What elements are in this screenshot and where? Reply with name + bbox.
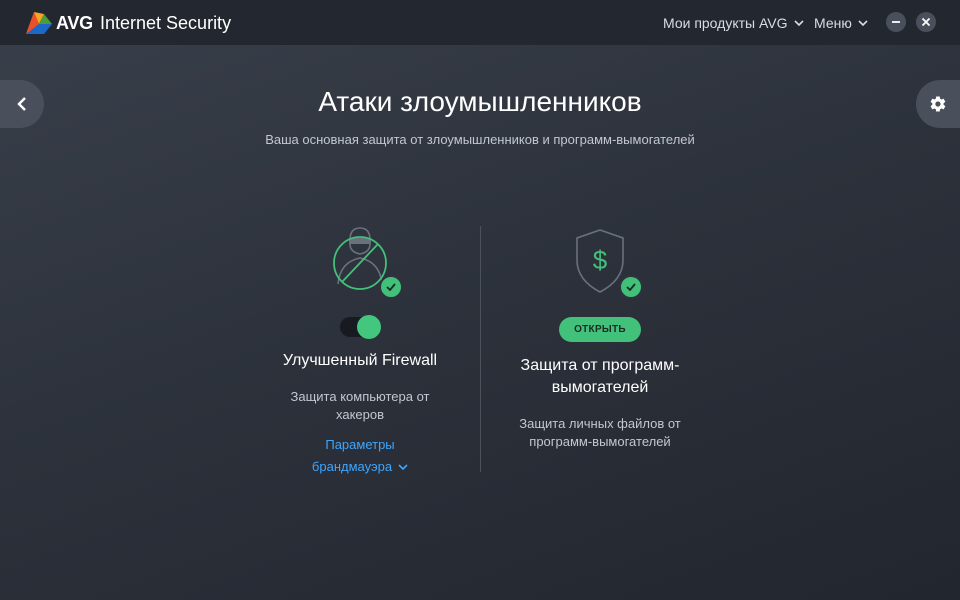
- toggle-knob: [357, 315, 381, 339]
- ransomware-title: Защита от программ-вымогателей: [520, 357, 680, 396]
- firewall-title: Улучшенный Firewall: [282, 352, 438, 369]
- firewall-settings-label: Параметры брандмауэра: [311, 437, 395, 474]
- firewall-description: Защита компьютера от хакеров: [290, 389, 430, 422]
- close-button[interactable]: [916, 12, 936, 32]
- chevron-down-icon: [398, 464, 408, 471]
- firewall-icon-wrap: [325, 222, 403, 299]
- page-title: Атаки злоумышленников: [318, 86, 642, 117]
- check-icon: [386, 283, 396, 291]
- my-products-menu[interactable]: Мои продукты AVG: [663, 15, 804, 31]
- app-name: Internet Security: [100, 13, 232, 33]
- chevron-down-icon: [793, 19, 804, 26]
- minimize-button[interactable]: [886, 12, 906, 32]
- ransomware-description: Защита личных файлов от программ-вымогат…: [519, 416, 681, 449]
- card-divider: [480, 226, 481, 472]
- firewall-card: Улучшенный Firewall Защита компьютера от…: [250, 222, 470, 478]
- check-icon: [626, 283, 636, 291]
- firewall-status-badge: [379, 275, 403, 299]
- title-bar: AVG Internet Security Мои продукты AVG М…: [0, 0, 960, 45]
- app-window: AVG Internet Security Мои продукты AVG М…: [0, 0, 960, 600]
- avg-logo-icon: [26, 12, 52, 34]
- minimize-icon: [892, 21, 900, 23]
- close-icon: [921, 17, 931, 27]
- firewall-toggle[interactable]: [340, 315, 381, 339]
- my-products-label: Мои продукты AVG: [663, 15, 788, 31]
- brand-name: AVG: [56, 13, 93, 33]
- ransomware-icon-wrap: $: [565, 222, 643, 299]
- open-button[interactable]: ОТКРЫТЬ: [559, 317, 641, 342]
- ransomware-card: $ ОТКРЫТЬ Защита от программ-вымогателей…: [490, 222, 710, 451]
- firewall-settings-link[interactable]: Параметры брандмауэра: [250, 434, 470, 478]
- page-subtitle: Ваша основная защита от злоумышленников …: [265, 132, 695, 147]
- menu-label: Меню: [814, 15, 852, 31]
- chevron-down-icon: [858, 19, 868, 26]
- main-menu[interactable]: Меню: [814, 15, 868, 31]
- svg-text:$: $: [593, 245, 608, 275]
- ransomware-status-badge: [619, 275, 643, 299]
